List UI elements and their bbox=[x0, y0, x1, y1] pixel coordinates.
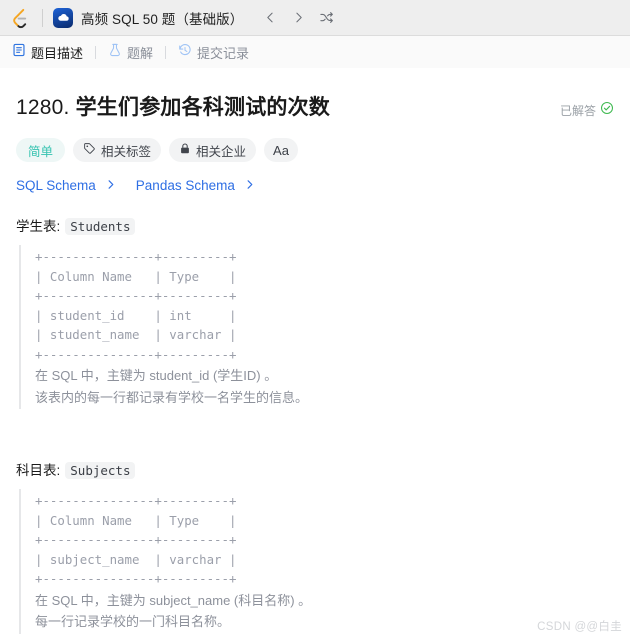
question-title-row: 1280. 学生们参加各科测试的次数 已解答 bbox=[16, 94, 614, 121]
sql-schema-link[interactable]: SQL Schema bbox=[16, 178, 116, 193]
tab-submissions[interactable]: 提交记录 bbox=[176, 43, 251, 62]
question-number: 1280. bbox=[16, 96, 70, 119]
schema-links: SQL Schema Pandas Schema bbox=[16, 178, 614, 193]
difficulty-label: 简单 bbox=[28, 144, 54, 159]
related-topics-label: 相关标签 bbox=[101, 144, 152, 159]
question-content: 1280. 学生们参加各科测试的次数 已解答 简单 相关标签 相关企业 Aa S… bbox=[0, 94, 630, 634]
check-circle-icon bbox=[600, 101, 614, 120]
tab-divider bbox=[165, 45, 167, 59]
flask-icon bbox=[108, 43, 122, 62]
subjects-note-line-1: 在 SQL 中，主键为 subject_name (科目名称) 。 bbox=[35, 592, 312, 608]
question-tag-row: 简单 相关标签 相关企业 Aa bbox=[16, 138, 614, 163]
sql-schema-label: SQL Schema bbox=[16, 178, 96, 194]
prev-question-button[interactable] bbox=[257, 5, 283, 31]
shuffle-icon[interactable] bbox=[313, 5, 339, 31]
cloud-study-plan-icon[interactable] bbox=[53, 7, 73, 28]
content-tabs: 题目描述 题解 提交记录 bbox=[0, 36, 630, 68]
students-note-line-2: 该表内的每一行都记录有学校一名学生的信息。 bbox=[35, 389, 309, 405]
difficulty-badge[interactable]: 简单 bbox=[16, 138, 66, 163]
related-companies-label: 相关企业 bbox=[196, 144, 247, 159]
status-badge: 已解答 bbox=[560, 101, 614, 120]
subjects-table-name: Subjects bbox=[65, 462, 136, 480]
subjects-heading-label: 科目表: bbox=[16, 463, 61, 479]
next-question-button[interactable] bbox=[285, 5, 311, 31]
study-plan-title[interactable]: 高频 SQL 50 题（基础版） bbox=[81, 8, 243, 28]
students-table-heading: 学生表: Students bbox=[16, 215, 614, 236]
students-heading-label: 学生表: bbox=[16, 219, 61, 235]
question-nav-buttons bbox=[257, 5, 339, 31]
history-icon bbox=[178, 43, 192, 62]
subjects-ascii-table: +---------------+---------+ | Column Nam… bbox=[35, 493, 237, 587]
chevron-right-icon bbox=[244, 178, 255, 193]
page-title: 1280. 学生们参加各科测试的次数 bbox=[16, 94, 330, 121]
chevron-right-icon bbox=[105, 178, 116, 193]
translate-icon[interactable]: Aa bbox=[264, 138, 298, 163]
tab-divider bbox=[95, 45, 97, 59]
question-title-text: 学生们参加各科测试的次数 bbox=[75, 96, 331, 119]
related-companies-button[interactable]: 相关企业 bbox=[169, 138, 257, 163]
leetcode-logo-icon[interactable] bbox=[10, 7, 32, 29]
tab-description[interactable]: 题目描述 bbox=[10, 43, 85, 62]
tab-solutions[interactable]: 题解 bbox=[106, 43, 155, 62]
description-icon bbox=[12, 43, 26, 62]
header-divider bbox=[42, 8, 43, 27]
students-schema-blockquote: +---------------+---------+ | Column Nam… bbox=[19, 245, 614, 410]
csdn-watermark: CSDN @@白圭 bbox=[537, 621, 622, 633]
tab-description-label: 题目描述 bbox=[31, 45, 84, 61]
lock-icon bbox=[179, 142, 191, 158]
students-ascii-table: +---------------+---------+ | Column Nam… bbox=[35, 249, 237, 362]
tag-icon bbox=[83, 142, 96, 158]
students-table-name: Students bbox=[65, 218, 136, 236]
pandas-schema-link[interactable]: Pandas Schema bbox=[136, 178, 255, 193]
app-header: 高频 SQL 50 题（基础版） bbox=[0, 0, 630, 36]
subjects-note-line-2: 每一行记录学校的一门科目名称。 bbox=[35, 614, 231, 630]
status-label: 已解答 bbox=[559, 104, 596, 118]
related-topics-button[interactable]: 相关标签 bbox=[73, 138, 162, 163]
subjects-schema-blockquote: +---------------+---------+ | Column Nam… bbox=[19, 489, 614, 634]
tab-solutions-label: 题解 bbox=[127, 45, 154, 61]
translate-label: Aa bbox=[273, 142, 289, 158]
pandas-schema-label: Pandas Schema bbox=[135, 178, 235, 194]
students-note-line-1: 在 SQL 中，主键为 student_id (学生ID) 。 bbox=[35, 368, 278, 384]
subjects-table-heading: 科目表: Subjects bbox=[16, 459, 614, 480]
tab-submissions-label: 提交记录 bbox=[197, 45, 250, 61]
